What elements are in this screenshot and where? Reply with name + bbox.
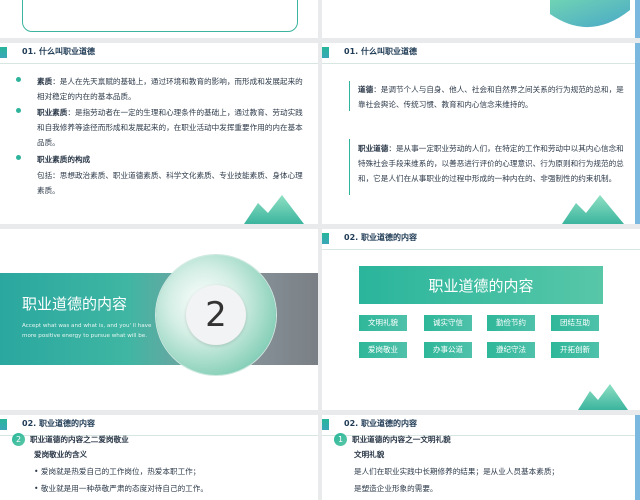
section-title: 职业道德的内容	[22, 295, 128, 313]
slide-header: 01. 什么叫职业道德	[322, 43, 640, 64]
tag-qinjian[interactable]: 勤俭节约	[487, 315, 535, 331]
header-title: 02. 职业道德的内容	[22, 419, 95, 428]
section-subtitle: Accept what was and what is, and you' ll…	[22, 323, 152, 339]
composition-text: 包括：思想政治素质、职业道德素质、科学文化素质、专业技能素质、身体心理素质。	[37, 171, 303, 195]
accent-line	[349, 139, 350, 195]
tag-chengshi[interactable]: 诚实守信	[424, 315, 472, 331]
mountain-graphic	[562, 195, 624, 224]
slide-prev-right[interactable]	[322, 0, 640, 38]
header-title: 01. 什么叫职业道德	[344, 47, 417, 56]
accent-line	[349, 81, 350, 111]
rounded-frame	[22, 0, 298, 32]
slide-prev-left[interactable]	[0, 0, 318, 38]
slide-aigang-jingye[interactable]: 02. 职业道德的内容 2 职业道德的内容之二爱岗敬业 爱岗敬业的含义 • 爱岗…	[0, 415, 318, 500]
bullet-dot	[16, 155, 21, 160]
number-circle: 2	[186, 285, 246, 345]
item-line: • 爱岗就是热爱自己的工作岗位，热爱本职工作；	[34, 467, 201, 476]
paragraph-zhiye-daode: 职业道德：是从事一定职业劳动的人们，在特定的工作和劳动中以其内心信念和特殊社会手…	[358, 144, 624, 183]
item-heading: 职业道德的内容之一文明礼貌	[352, 435, 451, 444]
tag-kaituo[interactable]: 开拓创新	[551, 342, 599, 358]
bullet-zhiye-suzhi: 职业素质：是指劳动者在一定的生理和心理条件的基础上，通过教育、劳动实践和自我修养…	[37, 108, 303, 147]
header-accent	[322, 419, 329, 430]
slide-content-overview[interactable]: 02. 职业道德的内容 职业道德的内容 文明礼貌 诚实守信 勤俭节约 团结互助 …	[322, 229, 640, 410]
item-line: • 敬业就是用一种恭敬严肃的态度对待自己的工作。	[34, 484, 208, 493]
header-accent	[322, 233, 329, 244]
header-title: 01. 什么叫职业道德	[22, 47, 95, 56]
header-accent	[0, 419, 7, 430]
header-title: 02. 职业道德的内容	[344, 419, 417, 428]
header-accent	[322, 47, 329, 58]
side-accent	[635, 415, 640, 500]
slide-what-is-ethics-2[interactable]: 01. 什么叫职业道德 道德：是调节个人与自身、他人、社会和自然界之间关系的行为…	[322, 43, 640, 224]
tag-wenming[interactable]: 文明礼貌	[359, 315, 407, 331]
item-number: 2	[12, 433, 25, 446]
mountain-graphic	[550, 0, 630, 28]
banner: 职业道德的内容	[359, 266, 603, 304]
paragraph-daode: 道德：是调节个人与自身、他人、社会和自然界之间关系的行为规范的总和，是靠社会舆论…	[358, 85, 624, 109]
mountain-graphic	[244, 195, 304, 224]
tag-aigang[interactable]: 爱岗敬业	[359, 342, 407, 358]
slide-header: 01. 什么叫职业道德	[0, 43, 318, 64]
tag-tuanjie[interactable]: 团结互助	[551, 315, 599, 331]
slide-wenming-limao[interactable]: 02. 职业道德的内容 1 职业道德的内容之一文明礼貌 文明礼貌 是人们在职业实…	[322, 415, 640, 500]
bullet-dot	[16, 108, 21, 113]
tag-banshi[interactable]: 办事公道	[424, 342, 472, 358]
tag-zunji[interactable]: 遵纪守法	[487, 342, 535, 358]
item-subheading: 文明礼貌	[354, 450, 385, 459]
slide-header: 02. 职业道德的内容	[322, 229, 640, 250]
header-title: 02. 职业道德的内容	[344, 233, 417, 242]
header-accent	[0, 47, 7, 58]
mountain-graphic	[578, 384, 628, 410]
banner-title: 职业道德的内容	[428, 277, 534, 295]
section-number: 2	[205, 295, 227, 335]
item-heading: 职业道德的内容之二爱岗敬业	[30, 435, 129, 444]
slide-section-title[interactable]: 职业道德的内容 Accept what was and what is, and…	[0, 229, 318, 410]
slide-what-is-ethics-1[interactable]: 01. 什么叫职业道德 素质：是人在先天禀赋的基础上，通过环境和教育的影响，而形…	[0, 43, 318, 224]
bullet-composition-heading: 职业素质的构成	[37, 155, 91, 164]
bullet-suzhi: 素质：是人在先天禀赋的基础上，通过环境和教育的影响，而形成和发展起来的相对稳定的…	[37, 77, 303, 101]
item-line: 是塑造企业形象的需要。	[354, 484, 438, 493]
side-accent	[635, 0, 640, 38]
item-subheading: 爱岗敬业的含义	[34, 450, 88, 459]
side-accent	[635, 43, 640, 224]
bullet-dot	[16, 77, 21, 82]
item-line: 是人们在职业实践中长期修养的结果；是从业人员基本素质；	[354, 467, 560, 476]
item-number: 1	[334, 433, 347, 446]
